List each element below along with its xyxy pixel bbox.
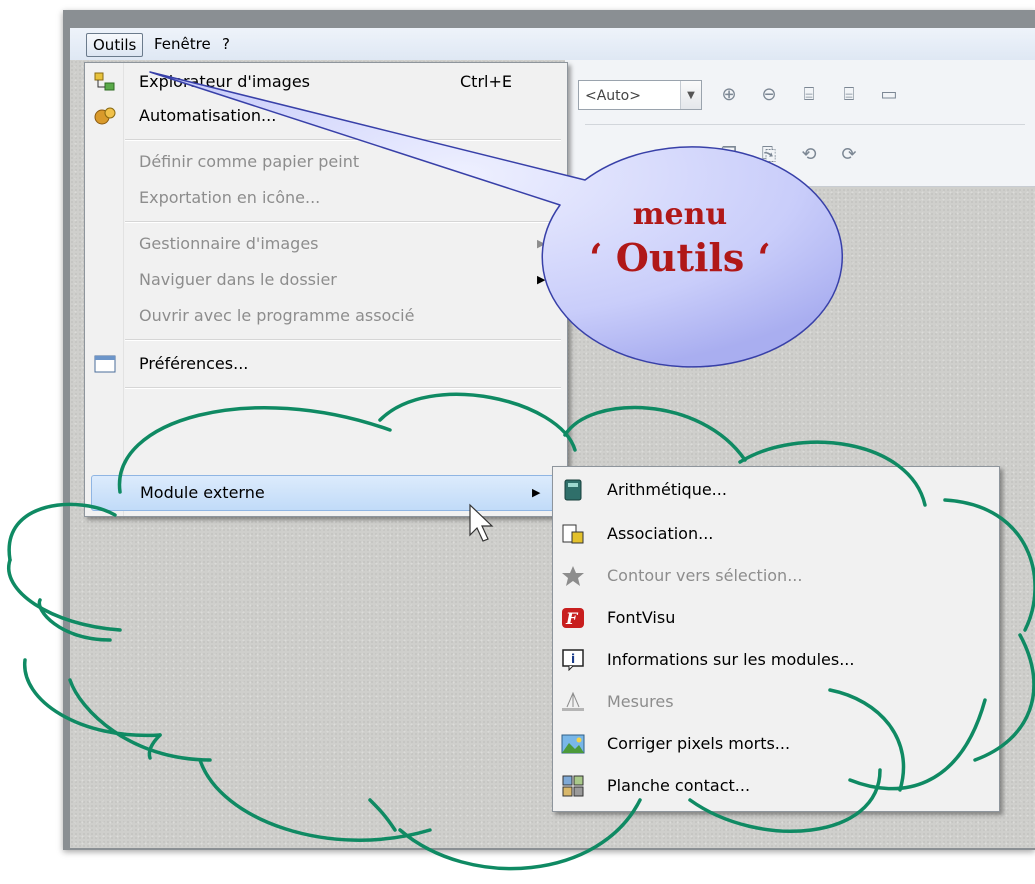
submenu-arrow-icon: ▶ bbox=[532, 486, 541, 499]
submenu-item-measures[interactable]: Mesures bbox=[553, 685, 999, 719]
menu-item-browse-folder[interactable]: Naviguer dans le dossier ▶ bbox=[85, 263, 567, 297]
submenu-arrow-icon: ▶ bbox=[537, 273, 546, 286]
automation-icon bbox=[94, 107, 116, 125]
callout-label: menu ‘ Outils ‘ bbox=[580, 195, 780, 281]
zoom-select-value: <Auto> bbox=[585, 88, 641, 104]
submenu-item-association[interactable]: Association... bbox=[553, 517, 999, 551]
svg-text:F: F bbox=[565, 609, 579, 628]
outils-menu: Explorateur d'images Ctrl+E Automatisati… bbox=[84, 62, 568, 517]
menu-item-preferences[interactable]: Préférences... bbox=[85, 347, 567, 381]
callout-line1: menu bbox=[632, 197, 728, 232]
submenu-item-arithmetic[interactable]: Arithmétique... bbox=[553, 473, 999, 507]
copy-icon[interactable]: ❐ bbox=[716, 142, 742, 168]
external-module-submenu: Arithmétique... Association... Contour v… bbox=[552, 466, 1000, 812]
fullscreen-icon[interactable]: ▭ bbox=[876, 82, 902, 108]
fit-window-icon[interactable]: ⌸ bbox=[836, 82, 862, 108]
zoom-select[interactable]: <Auto> ▼ bbox=[578, 80, 702, 110]
preferences-icon bbox=[94, 355, 116, 373]
image-explorer-icon bbox=[94, 72, 115, 91]
menu-item-image-explorer[interactable]: Explorateur d'images Ctrl+E bbox=[85, 65, 567, 99]
menu-outils[interactable]: Outils bbox=[86, 33, 144, 57]
submenu-item-module-info[interactable]: i Informations sur les modules... bbox=[553, 643, 999, 677]
chevron-down-icon[interactable]: ▼ bbox=[680, 81, 701, 109]
paste-icon[interactable]: ⎘ bbox=[756, 142, 782, 168]
submenu-item-fontvisu[interactable]: F FontVisu bbox=[553, 601, 999, 635]
picture-fix-icon bbox=[561, 734, 585, 754]
menu-item-external-module[interactable]: Module externe ▶ bbox=[91, 475, 561, 511]
contact-sheet-icon bbox=[562, 775, 584, 797]
callout-line2: ‘ Outils ‘ bbox=[589, 235, 771, 280]
zoom-in-icon[interactable]: ⊕ bbox=[716, 82, 742, 108]
submenu-arrow-icon: ▶ bbox=[537, 237, 546, 250]
submenu-item-contour-selection[interactable]: Contour vers sélection... bbox=[553, 559, 999, 593]
menu-item-export-icon[interactable]: Exportation en icône... bbox=[85, 181, 567, 215]
zoom-out-icon[interactable]: ⊖ bbox=[756, 82, 782, 108]
svg-text:i: i bbox=[571, 652, 575, 666]
menu-bar: Outils Fenêtre ? bbox=[70, 28, 1035, 61]
info-icon: i bbox=[562, 649, 584, 671]
star-icon bbox=[562, 566, 584, 586]
fit-width-icon[interactable]: ⌸ bbox=[796, 82, 822, 108]
menu-item-set-wallpaper[interactable]: Définir comme papier peint bbox=[85, 145, 567, 179]
submenu-item-fix-dead-pixels[interactable]: Corriger pixels morts... bbox=[553, 727, 999, 761]
menu-item-image-manager[interactable]: Gestionnaire d'images ▶ bbox=[85, 227, 567, 261]
submenu-item-contact-sheet[interactable]: Planche contact... bbox=[553, 769, 999, 803]
measure-icon bbox=[562, 691, 584, 711]
menu-fenetre[interactable]: Fenêtre bbox=[148, 33, 217, 55]
rotate-left-icon[interactable]: ⟲ bbox=[796, 142, 822, 168]
calculator-icon bbox=[564, 479, 582, 501]
menu-item-automation[interactable]: Automatisation... bbox=[85, 99, 567, 133]
association-icon bbox=[562, 524, 584, 544]
font-icon: F bbox=[562, 608, 584, 628]
menu-item-open-with[interactable]: Ouvrir avec le programme associé bbox=[85, 299, 567, 333]
menu-help[interactable]: ? bbox=[216, 33, 236, 55]
rotate-right-icon[interactable]: ⟳ bbox=[836, 142, 862, 168]
